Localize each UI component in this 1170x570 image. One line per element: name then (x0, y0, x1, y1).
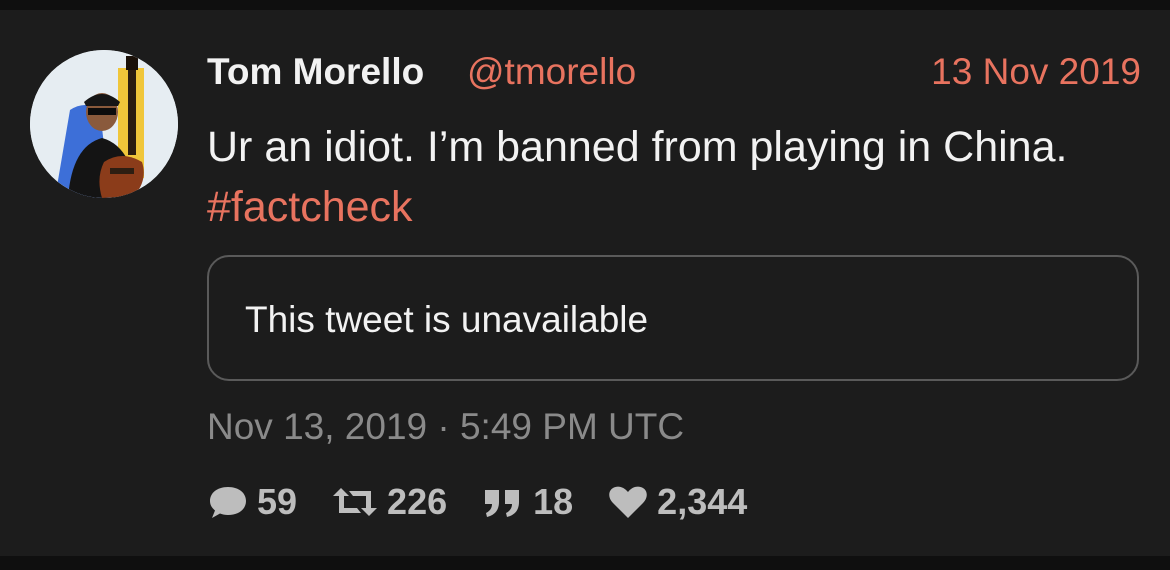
quoted-tweet[interactable]: This tweet is unavailable (207, 255, 1139, 381)
quotes-stat[interactable]: 18 (481, 481, 573, 523)
published-timestamp: Nov 13, 2019 · 5:49 PM UTC (207, 406, 685, 447)
avatar[interactable] (30, 50, 178, 198)
tweet-text: Ur an idiot. I’m banned from playing in … (207, 117, 1141, 237)
retweets-stat[interactable]: 226 (331, 481, 447, 523)
tweet-card: Tom Morello @tmorello 13 Nov 2019 Ur an … (0, 10, 1170, 556)
tweet-stats: 59 226 18 2,344 (207, 480, 781, 524)
replies-stat[interactable]: 59 (207, 481, 297, 523)
heart-icon (607, 483, 649, 521)
retweets-count: 226 (387, 481, 448, 522)
tweet-header: Tom Morello @tmorello 13 Nov 2019 (207, 46, 1141, 98)
tweet-date[interactable]: 13 Nov 2019 (931, 50, 1141, 94)
hashtag-link[interactable]: #factcheck (207, 183, 413, 231)
quoted-tweet-text: This tweet is unavailable (245, 299, 649, 340)
likes-stat[interactable]: 2,344 (607, 481, 747, 523)
comment-icon (207, 483, 249, 521)
quote-icon (481, 484, 525, 520)
quotes-count: 18 (533, 481, 574, 522)
author-username[interactable]: @tmorello (467, 50, 636, 94)
replies-count: 59 (257, 481, 298, 522)
avatar-image (30, 50, 178, 198)
tweet-body: Ur an idiot. I’m banned from playing in … (207, 123, 1068, 171)
likes-count: 2,344 (657, 481, 748, 522)
retweet-icon (331, 484, 379, 520)
author-name[interactable]: Tom Morello (207, 50, 424, 94)
